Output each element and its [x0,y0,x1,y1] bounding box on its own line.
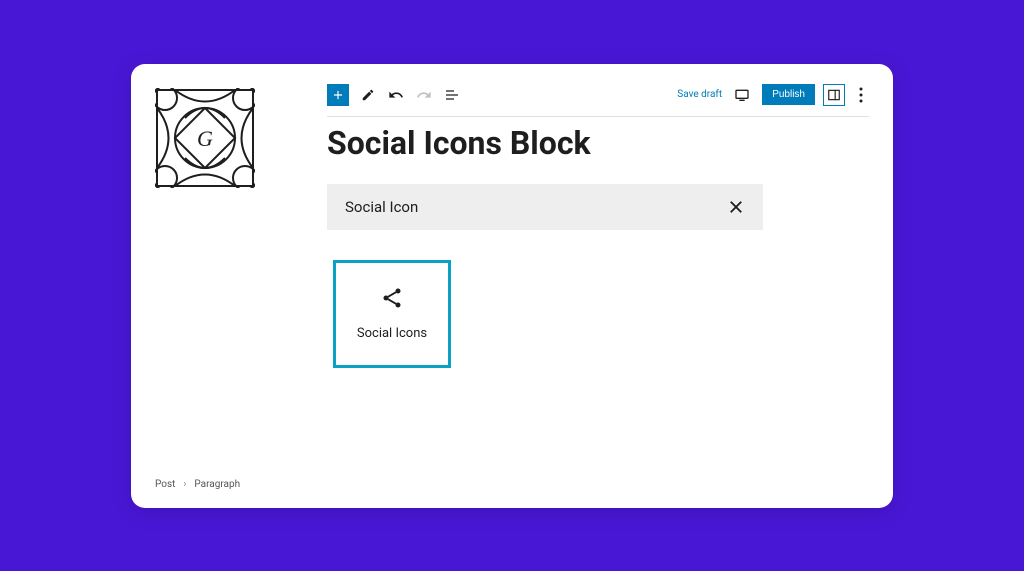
clear-search-icon[interactable] [727,198,745,216]
breadcrumb-root[interactable]: Post [155,479,175,490]
preview-button[interactable] [730,84,754,106]
save-draft-link[interactable]: Save draft [677,89,722,100]
document-overview-icon[interactable] [443,86,461,104]
block-option-label: Social Icons [357,326,427,341]
redo-button [415,86,433,104]
breadcrumb: Post › Paragraph [155,479,240,490]
toolbar-left-group [327,84,461,106]
breadcrumb-current[interactable]: Paragraph [194,479,240,490]
add-block-button[interactable] [327,84,349,106]
editor-window: G Save draft Publish [131,64,893,508]
toolbar-right-group: Save draft Publish [677,84,869,106]
search-query-text: Social Icon [345,198,418,216]
editor-toolbar: Save draft Publish [327,84,869,117]
settings-panel-toggle[interactable] [823,84,845,106]
block-search-bar[interactable]: Social Icon [327,184,763,230]
more-options-button[interactable] [853,84,869,106]
publish-button[interactable]: Publish [762,84,815,105]
social-icons-block-option[interactable]: Social Icons [333,260,451,368]
chevron-right-icon: › [183,479,186,490]
editor-content: Social Icons Block Social Icon Social Ic… [327,124,763,368]
share-icon [380,286,404,314]
site-logo[interactable]: G [155,88,255,188]
page-title[interactable]: Social Icons Block [327,124,763,162]
undo-button[interactable] [387,86,405,104]
svg-text:G: G [197,126,213,151]
edit-mode-icon[interactable] [359,86,377,104]
